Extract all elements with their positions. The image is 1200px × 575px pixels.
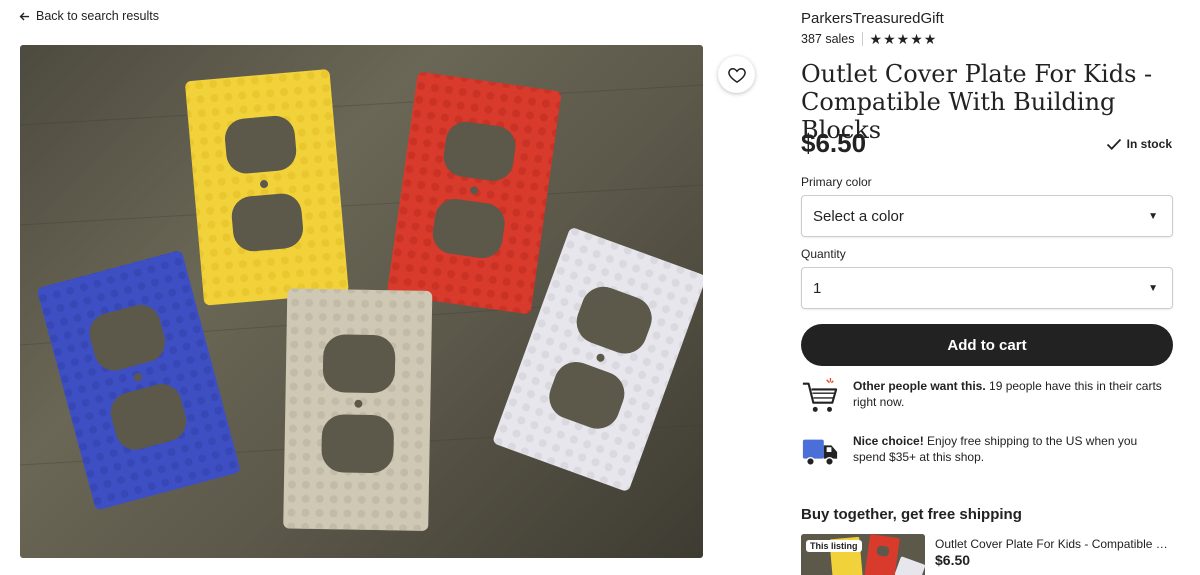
carts-notice-text: Other people want this. 19 people have t… bbox=[853, 378, 1173, 416]
chevron-down-icon: ▼ bbox=[1148, 210, 1158, 222]
carts-notice: Other people want this. 19 people have t… bbox=[801, 378, 1173, 416]
delivery-truck-icon bbox=[802, 439, 838, 467]
divider bbox=[861, 32, 863, 46]
shipping-notice: Nice choice! Enjoy free shipping to the … bbox=[801, 433, 1173, 471]
star-icon: ★ bbox=[869, 31, 883, 47]
this-listing-badge: This listing bbox=[806, 540, 862, 552]
checkmark-icon bbox=[1106, 138, 1121, 150]
star-icon: ★ bbox=[883, 31, 896, 47]
stock-status: In stock bbox=[1106, 136, 1172, 152]
chevron-down-icon: ▼ bbox=[1148, 282, 1158, 294]
back-to-search-link[interactable]: Back to search results bbox=[19, 9, 159, 23]
yellow-plate bbox=[185, 69, 349, 306]
red-plate bbox=[387, 72, 561, 314]
quantity-value: 1 bbox=[813, 279, 822, 297]
shopping-cart-icon bbox=[802, 378, 838, 412]
rating-stars[interactable]: ★ ★ ★ ★ ★ bbox=[870, 32, 937, 46]
star-icon: ★ bbox=[910, 31, 923, 47]
product-image[interactable] bbox=[20, 45, 703, 558]
listing-price: $6.50 bbox=[801, 128, 867, 158]
bundle-item-price: $6.50 bbox=[935, 552, 971, 568]
star-icon: ★ bbox=[896, 31, 910, 47]
primary-color-select[interactable]: Select a color ▼ bbox=[801, 195, 1173, 237]
quantity-select[interactable]: 1 ▼ bbox=[801, 267, 1173, 309]
stock-status-label: In stock bbox=[1126, 137, 1172, 151]
back-to-search-label: Back to search results bbox=[36, 9, 159, 23]
sales-rating-row: 387 sales ★ ★ ★ ★ ★ bbox=[801, 32, 936, 46]
shop-name-link[interactable]: ParkersTreasuredGift bbox=[801, 10, 944, 27]
primary-color-value: Select a color bbox=[813, 207, 904, 225]
tan-plate bbox=[283, 288, 433, 531]
favorite-button[interactable] bbox=[718, 56, 755, 93]
sales-count: 387 sales bbox=[801, 32, 855, 46]
primary-color-label: Primary color bbox=[801, 175, 872, 189]
bundle-item-name[interactable]: Outlet Cover Plate For Kids - Compatible… bbox=[935, 537, 1173, 551]
arrow-left-icon bbox=[19, 12, 30, 20]
heart-icon bbox=[727, 67, 746, 83]
product-photo-illustration bbox=[20, 69, 703, 531]
shipping-notice-text: Nice choice! Enjoy free shipping to the … bbox=[853, 433, 1173, 471]
shipping-notice-bold: Nice choice! bbox=[853, 434, 924, 448]
star-icon: ★ bbox=[923, 31, 937, 47]
quantity-label: Quantity bbox=[801, 247, 846, 261]
add-to-cart-button[interactable]: Add to cart bbox=[801, 324, 1173, 366]
carts-notice-bold: Other people want this. bbox=[853, 379, 986, 393]
bundle-heading: Buy together, get free shipping bbox=[801, 506, 1022, 523]
